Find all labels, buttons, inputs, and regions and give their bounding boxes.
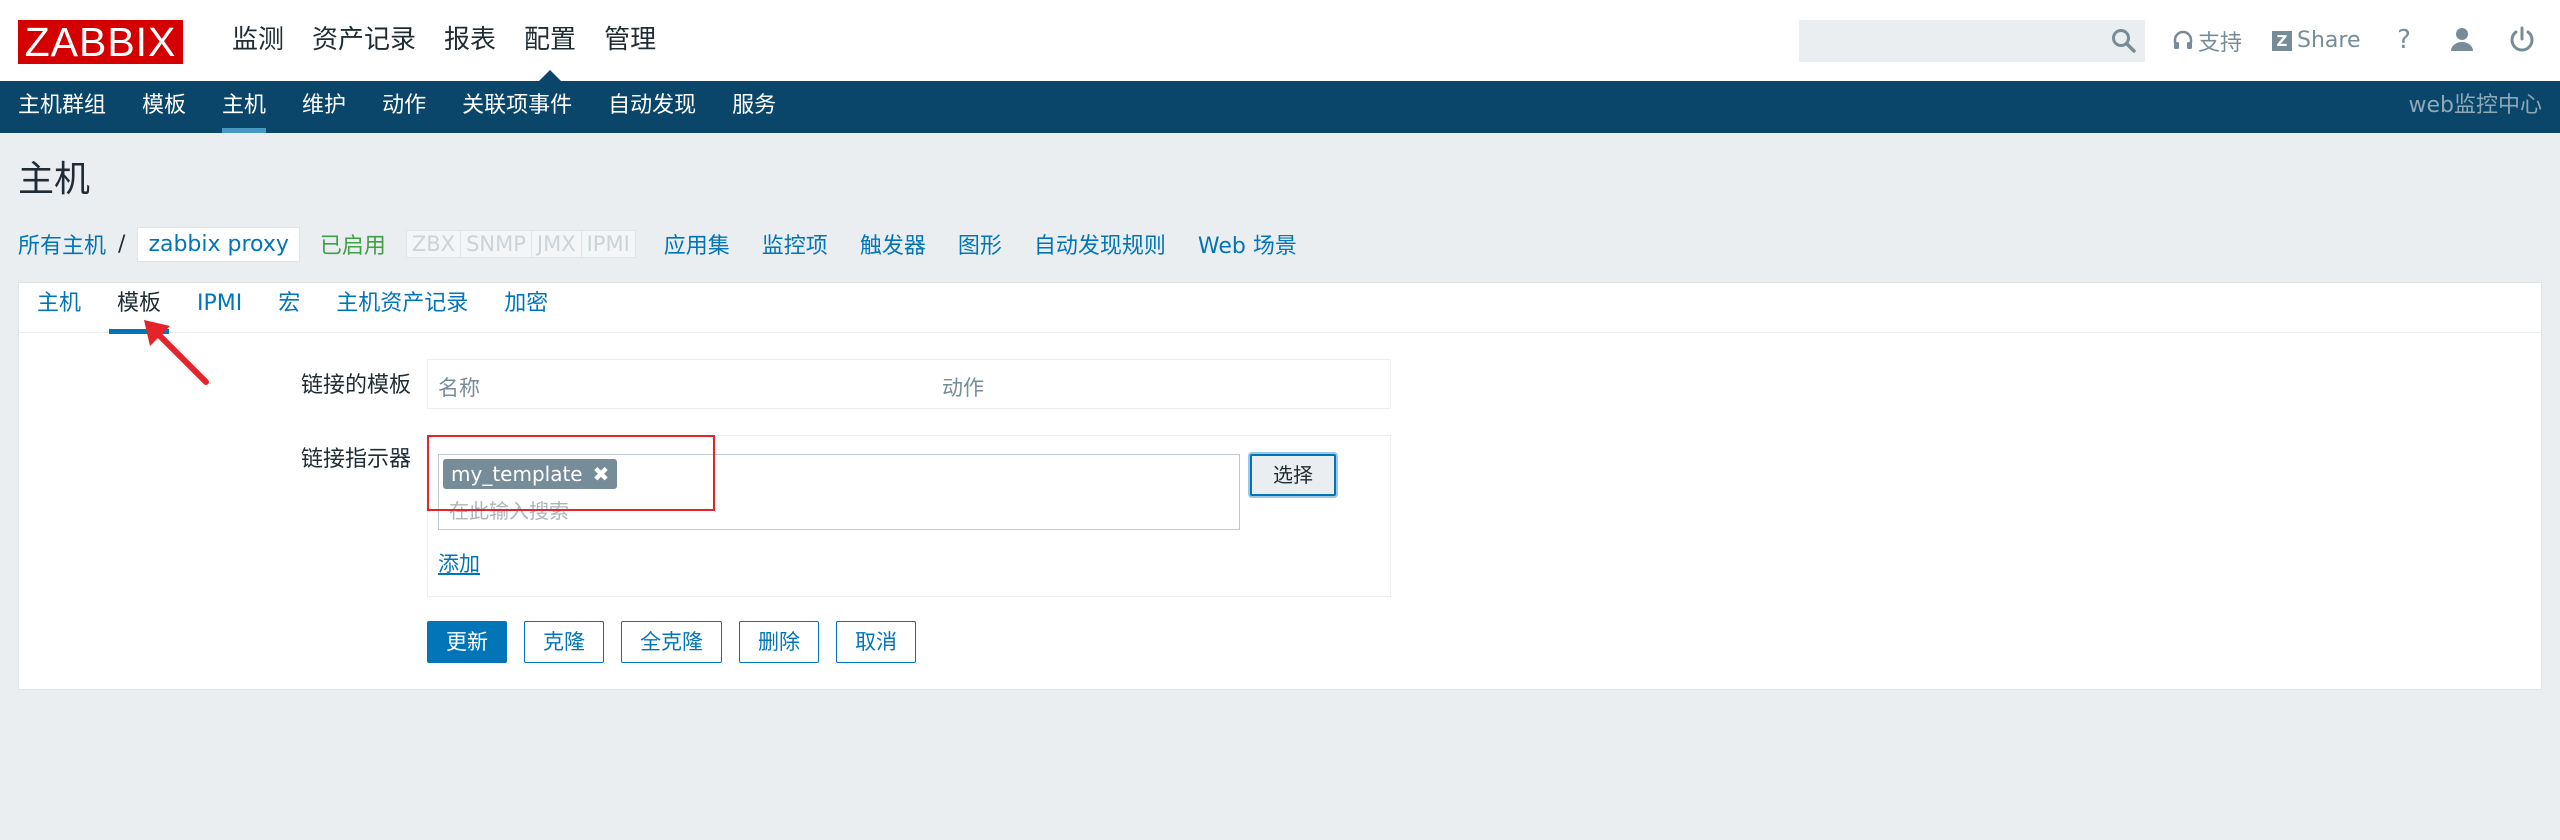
search-input[interactable] <box>1799 20 2145 62</box>
breadcrumb-separator: / <box>118 231 126 257</box>
availability-badges: ZBX SNMP JMX IPMI <box>405 230 636 258</box>
linked-templates-label: 链接的模板 <box>300 373 411 398</box>
main-menu-item-configuration[interactable]: 配置 <box>510 0 590 81</box>
sub-menu-item-maintenance[interactable]: 维护 <box>284 81 364 133</box>
server-name: web监控中心 <box>2408 93 2543 118</box>
sub-menu-item-services[interactable]: 服务 <box>714 81 794 133</box>
link-applications[interactable]: 应用集 <box>664 228 730 260</box>
host-form-panel: 主机 模板 IPMI 宏 主机资产记录 加密 链接的模板 名称 动作 链接指示器… <box>18 282 2542 690</box>
main-menu: 监测 资产记录 报表 配置 管理 <box>218 0 670 81</box>
link-items[interactable]: 监控项 <box>762 228 828 260</box>
form-tabs: 主机 模板 IPMI 宏 主机资产记录 加密 <box>19 283 2541 334</box>
linked-column-action: 动作 <box>942 376 984 400</box>
sub-menu-item-discovery[interactable]: 自动发现 <box>590 81 714 133</box>
availability-zbx: ZBX <box>406 231 462 257</box>
host-status-badge: 已启用 <box>319 234 386 259</box>
sub-menu-item-templates[interactable]: 模板 <box>124 81 204 133</box>
breadcrumb-current-host[interactable]: zabbix proxy <box>137 226 300 262</box>
sub-menu-item-event-correlation[interactable]: 关联项事件 <box>444 81 590 133</box>
full-clone-button[interactable]: 全克隆 <box>621 621 722 663</box>
power-icon[interactable] <box>2506 24 2538 56</box>
clone-button[interactable]: 克隆 <box>524 621 604 663</box>
delete-button[interactable]: 删除 <box>739 621 819 663</box>
link-web-scenarios[interactable]: Web 场景 <box>1198 228 1297 260</box>
tab-inventory[interactable]: 主机资产记录 <box>318 283 486 332</box>
page-title: 主机 <box>18 159 91 200</box>
link-graphs[interactable]: 图形 <box>958 228 1002 260</box>
availability-ipmi: IPMI <box>581 231 635 257</box>
zabbix-logo[interactable]: ZABBIX <box>18 20 183 64</box>
form-buttons: 更新 克隆 全克隆 删除 取消 <box>427 621 933 663</box>
availability-jmx: JMX <box>531 231 582 257</box>
main-menu-item-reports[interactable]: 报表 <box>430 0 510 81</box>
share-link[interactable]: Z Share <box>2272 0 2361 81</box>
main-menu-item-inventory[interactable]: 资产记录 <box>298 0 430 81</box>
search-icon[interactable] <box>2110 27 2138 55</box>
highlight-box <box>427 435 715 511</box>
cancel-button[interactable]: 取消 <box>836 621 916 663</box>
sub-menu-item-host-groups[interactable]: 主机群组 <box>0 81 124 133</box>
main-menu-item-administration[interactable]: 管理 <box>590 0 670 81</box>
top-header: ZABBIX 监测 资产记录 报表 配置 管理 支持 Z Share ? <box>0 0 2560 81</box>
sub-menu: 主机群组 模板 主机 维护 动作 关联项事件 自动发现 服务 <box>0 81 2560 133</box>
linked-templates-table: 名称 动作 <box>427 359 1391 409</box>
link-new-templates-label: 链接指示器 <box>300 447 411 472</box>
main-menu-item-monitoring[interactable]: 监测 <box>218 0 298 81</box>
share-label: Share <box>2297 28 2361 53</box>
link-discovery-rules[interactable]: 自动发现规则 <box>1034 228 1166 260</box>
sub-menu-item-hosts[interactable]: 主机 <box>204 81 284 133</box>
update-button[interactable]: 更新 <box>427 621 507 663</box>
link-triggers[interactable]: 触发器 <box>860 228 926 260</box>
sub-menu-item-actions[interactable]: 动作 <box>364 81 444 133</box>
tab-host[interactable]: 主机 <box>19 283 99 332</box>
user-profile-icon[interactable] <box>2446 24 2478 56</box>
headset-icon <box>2173 30 2193 49</box>
tab-macros[interactable]: 宏 <box>260 283 318 332</box>
support-link[interactable]: 支持 <box>2172 0 2242 81</box>
support-label: 支持 <box>2198 30 2243 56</box>
help-icon[interactable]: ? <box>2388 24 2420 56</box>
annotation-arrow-icon <box>144 320 209 385</box>
sub-menu-bar: 主机群组 模板 主机 维护 动作 关联项事件 自动发现 服务 web监控中心 <box>0 81 2560 133</box>
tab-encryption[interactable]: 加密 <box>486 283 566 332</box>
linked-column-name: 名称 <box>438 376 480 400</box>
share-z-icon: Z <box>2272 30 2292 51</box>
breadcrumb-all-hosts[interactable]: 所有主机 <box>18 228 106 260</box>
host-breadcrumb: 所有主机 / zabbix proxy 已启用 ZBX SNMP JMX IPM… <box>18 224 1329 264</box>
availability-snmp: SNMP <box>461 231 532 257</box>
select-button[interactable]: 选择 <box>1250 454 1336 496</box>
add-link[interactable]: 添加 <box>438 548 480 578</box>
